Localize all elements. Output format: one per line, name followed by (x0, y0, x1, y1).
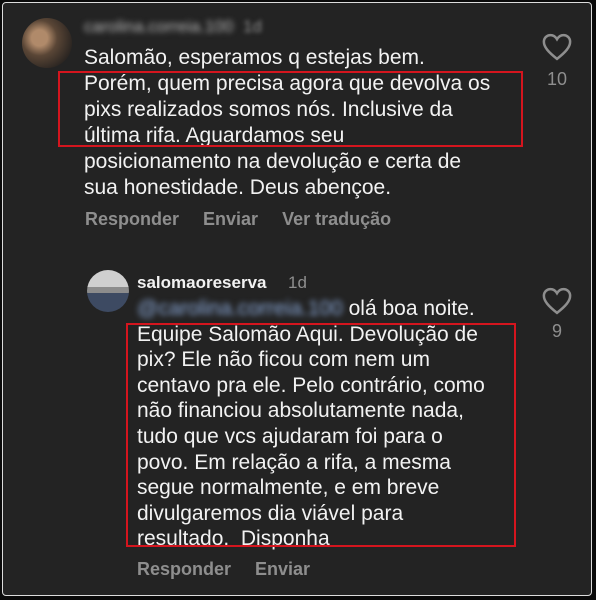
comment-line: sua honestidade. Deus abençoe. (84, 176, 392, 199)
comment-thread: carolina.correia.100 1d Salomão, esperam… (2, 2, 592, 596)
comment-username[interactable]: carolina.correia.100 (84, 17, 233, 37)
reply-actions: Responder Enviar (137, 559, 310, 580)
translate-button[interactable]: Ver tradução (282, 209, 391, 230)
reply-username[interactable]: salomaoreserva (137, 273, 266, 293)
comment-line: Salomão, esperamos q estejas bem. (84, 46, 425, 69)
reply-time: 1d (288, 273, 307, 292)
reply-button[interactable]: Responder (85, 209, 179, 230)
heart-icon[interactable] (542, 287, 572, 315)
mention-link[interactable]: @carolina.correia.100 (137, 297, 343, 320)
like-count: 10 (546, 69, 568, 89)
send-button[interactable]: Enviar (203, 209, 258, 230)
send-button[interactable]: Enviar (255, 559, 310, 580)
highlight-box (126, 323, 516, 547)
reply-greeting: olá boa noite. (342, 297, 475, 320)
like-count: 9 (551, 321, 562, 341)
heart-icon[interactable] (542, 33, 572, 61)
reply-button[interactable]: Responder (137, 559, 231, 580)
comment-actions: Responder Enviar Ver tradução (85, 209, 391, 230)
avatar[interactable] (87, 270, 129, 312)
avatar[interactable] (22, 18, 72, 68)
comment-line: @carolina.correia.100 olá boa noite. (137, 296, 485, 322)
highlight-box (58, 71, 523, 147)
comment-line: posicionamento na devolução e certa de (84, 150, 462, 173)
comment-time: 1d (243, 17, 262, 36)
